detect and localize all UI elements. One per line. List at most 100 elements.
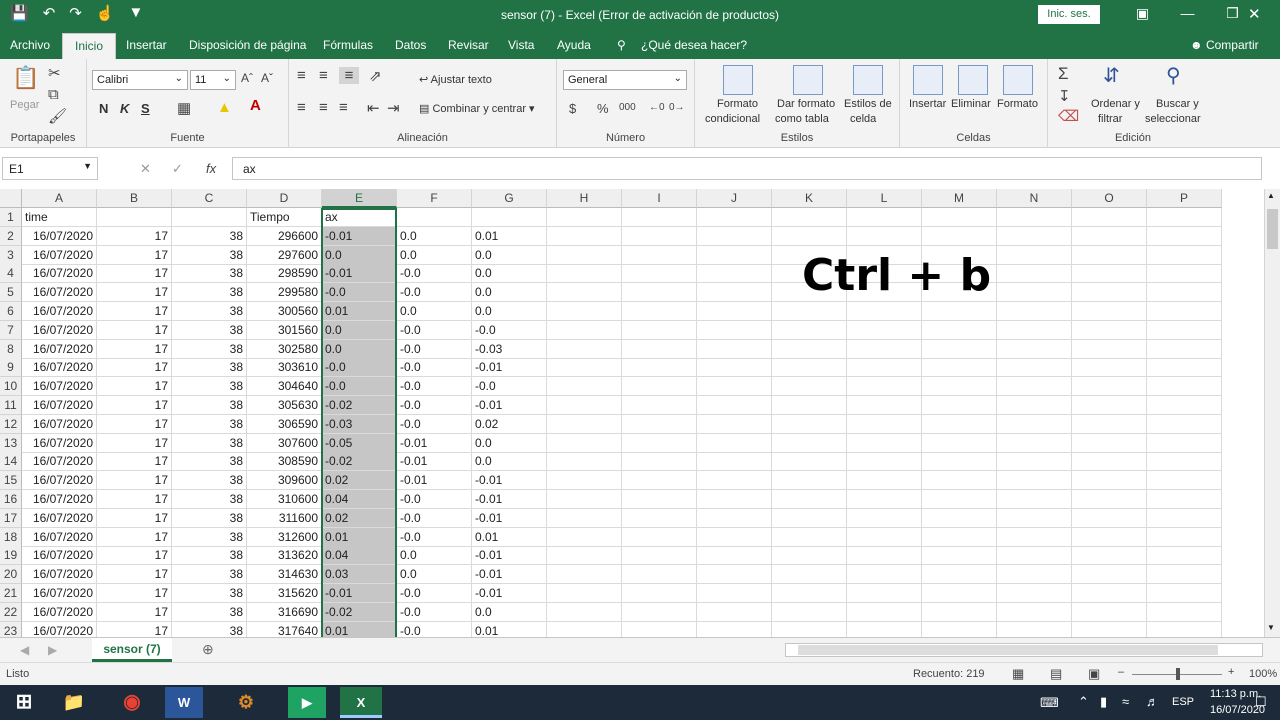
table-cell[interactable] (547, 433, 622, 453)
table-cell[interactable] (847, 208, 922, 227)
table-cell[interactable] (697, 396, 772, 415)
table-cell[interactable] (697, 565, 772, 585)
row-header[interactable]: 14 (0, 452, 22, 472)
row-header[interactable]: 2 (0, 226, 22, 246)
table-cell[interactable]: -0.02 (322, 452, 397, 472)
copy-icon[interactable]: ⧉ (48, 86, 59, 103)
decrease-indent-icon[interactable]: ⇤ (367, 99, 380, 117)
table-cell[interactable] (1072, 584, 1147, 603)
table-cell[interactable] (1072, 264, 1147, 284)
align-right-icon[interactable]: ≡ (339, 99, 348, 116)
find-select-icon[interactable]: ⚲ (1166, 63, 1181, 88)
minimize-icon[interactable]: — (1165, 5, 1210, 22)
column-header-p[interactable]: P (1147, 189, 1222, 208)
table-cell[interactable] (847, 226, 922, 246)
cancel-icon[interactable]: ✕ (140, 161, 151, 177)
table-cell[interactable] (1147, 396, 1222, 415)
table-cell[interactable] (997, 208, 1072, 227)
table-cell[interactable]: 16/07/2020 (22, 283, 97, 303)
table-cell[interactable] (772, 602, 847, 622)
table-cell[interactable]: 0.0 (472, 452, 547, 472)
table-cell[interactable] (622, 339, 697, 359)
table-cell[interactable]: 17 (97, 452, 172, 472)
table-cell[interactable] (172, 208, 247, 227)
table-cell[interactable]: 0.0 (397, 245, 472, 265)
table-cell[interactable] (697, 471, 772, 491)
table-cell[interactable]: 17 (97, 320, 172, 340)
table-cell[interactable] (1147, 264, 1222, 284)
table-cell[interactable] (772, 621, 847, 637)
tab-archivo[interactable]: Archivo (10, 38, 50, 52)
table-cell[interactable]: 38 (172, 264, 247, 284)
spreadsheet-grid[interactable]: A B C D E F G H I J K L M N O P 1 time Tiempo ax 2 16/07/2020… (0, 189, 1264, 637)
align-middle-icon[interactable]: ≡ (319, 67, 328, 84)
scroll-thumb[interactable] (1267, 209, 1278, 249)
table-cell[interactable] (697, 226, 772, 246)
table-cell[interactable] (1147, 377, 1222, 397)
table-cell[interactable]: 38 (172, 621, 247, 637)
borders-icon[interactable]: ▦ (177, 99, 191, 117)
table-cell[interactable] (1147, 471, 1222, 491)
delete-cells-button[interactable]: Eliminar (951, 98, 991, 110)
table-cell[interactable]: 299580 (247, 283, 322, 303)
table-cell[interactable] (772, 471, 847, 491)
table-cell[interactable] (697, 358, 772, 378)
table-cell[interactable]: 16/07/2020 (22, 396, 97, 415)
align-bottom-icon[interactable]: ≡ (339, 67, 359, 84)
table-cell[interactable] (847, 414, 922, 434)
row-header[interactable]: 4 (0, 264, 22, 284)
format-as-table-button[interactable]: Dar formato (777, 98, 835, 110)
table-cell[interactable] (847, 471, 922, 491)
share-button[interactable]: ☻ Compartir (1190, 38, 1259, 52)
table-cell[interactable] (922, 339, 997, 359)
column-header-c[interactable]: C (172, 189, 247, 208)
table-cell[interactable] (547, 452, 622, 472)
row-header[interactable]: 22 (0, 602, 22, 622)
row-header[interactable]: 17 (0, 508, 22, 528)
table-cell[interactable]: 16/07/2020 (22, 433, 97, 453)
table-cell[interactable] (1147, 208, 1222, 227)
tell-me-search[interactable]: ¿Qué desea hacer? (641, 38, 747, 52)
increase-indent-icon[interactable]: ⇥ (387, 99, 400, 117)
table-cell[interactable] (397, 208, 472, 227)
table-cell[interactable]: 0.0 (397, 302, 472, 321)
table-cell[interactable] (772, 584, 847, 603)
table-cell[interactable] (1072, 377, 1147, 397)
table-cell[interactable] (1147, 320, 1222, 340)
number-format-select[interactable]: General ⌄ (563, 70, 687, 90)
table-cell[interactable]: 17 (97, 358, 172, 378)
table-cell[interactable]: -0.05 (322, 433, 397, 453)
table-cell[interactable]: 17 (97, 565, 172, 585)
chevron-up-icon[interactable]: ⌃ (1078, 694, 1089, 710)
table-cell[interactable] (697, 527, 772, 547)
row-header[interactable]: 8 (0, 339, 22, 359)
table-cell[interactable] (997, 546, 1072, 566)
table-cell[interactable] (922, 396, 997, 415)
table-cell[interactable]: 298590 (247, 264, 322, 284)
table-cell[interactable]: 297600 (247, 245, 322, 265)
table-cell[interactable] (697, 602, 772, 622)
table-cell[interactable] (922, 208, 997, 227)
horizontal-scrollbar[interactable] (785, 643, 1263, 657)
table-cell[interactable] (697, 339, 772, 359)
table-cell[interactable] (922, 320, 997, 340)
table-cell[interactable]: 38 (172, 339, 247, 359)
table-cell[interactable] (847, 602, 922, 622)
table-cell[interactable]: 38 (172, 414, 247, 434)
tab-insertar[interactable]: Insertar (126, 38, 167, 52)
table-cell[interactable] (697, 490, 772, 509)
table-cell[interactable] (697, 302, 772, 321)
align-top-icon[interactable]: ≡ (297, 67, 306, 84)
table-cell[interactable] (547, 414, 622, 434)
table-cell[interactable]: -0.03 (472, 339, 547, 359)
table-cell[interactable]: 38 (172, 602, 247, 622)
table-cell[interactable] (1072, 320, 1147, 340)
table-cell[interactable] (547, 508, 622, 528)
table-cell[interactable]: 16/07/2020 (22, 508, 97, 528)
table-cell[interactable]: 0.0 (322, 339, 397, 359)
table-cell[interactable] (847, 433, 922, 453)
table-cell[interactable] (1072, 208, 1147, 227)
table-cell[interactable]: 17 (97, 396, 172, 415)
table-cell[interactable] (772, 433, 847, 453)
table-cell[interactable]: 17 (97, 245, 172, 265)
